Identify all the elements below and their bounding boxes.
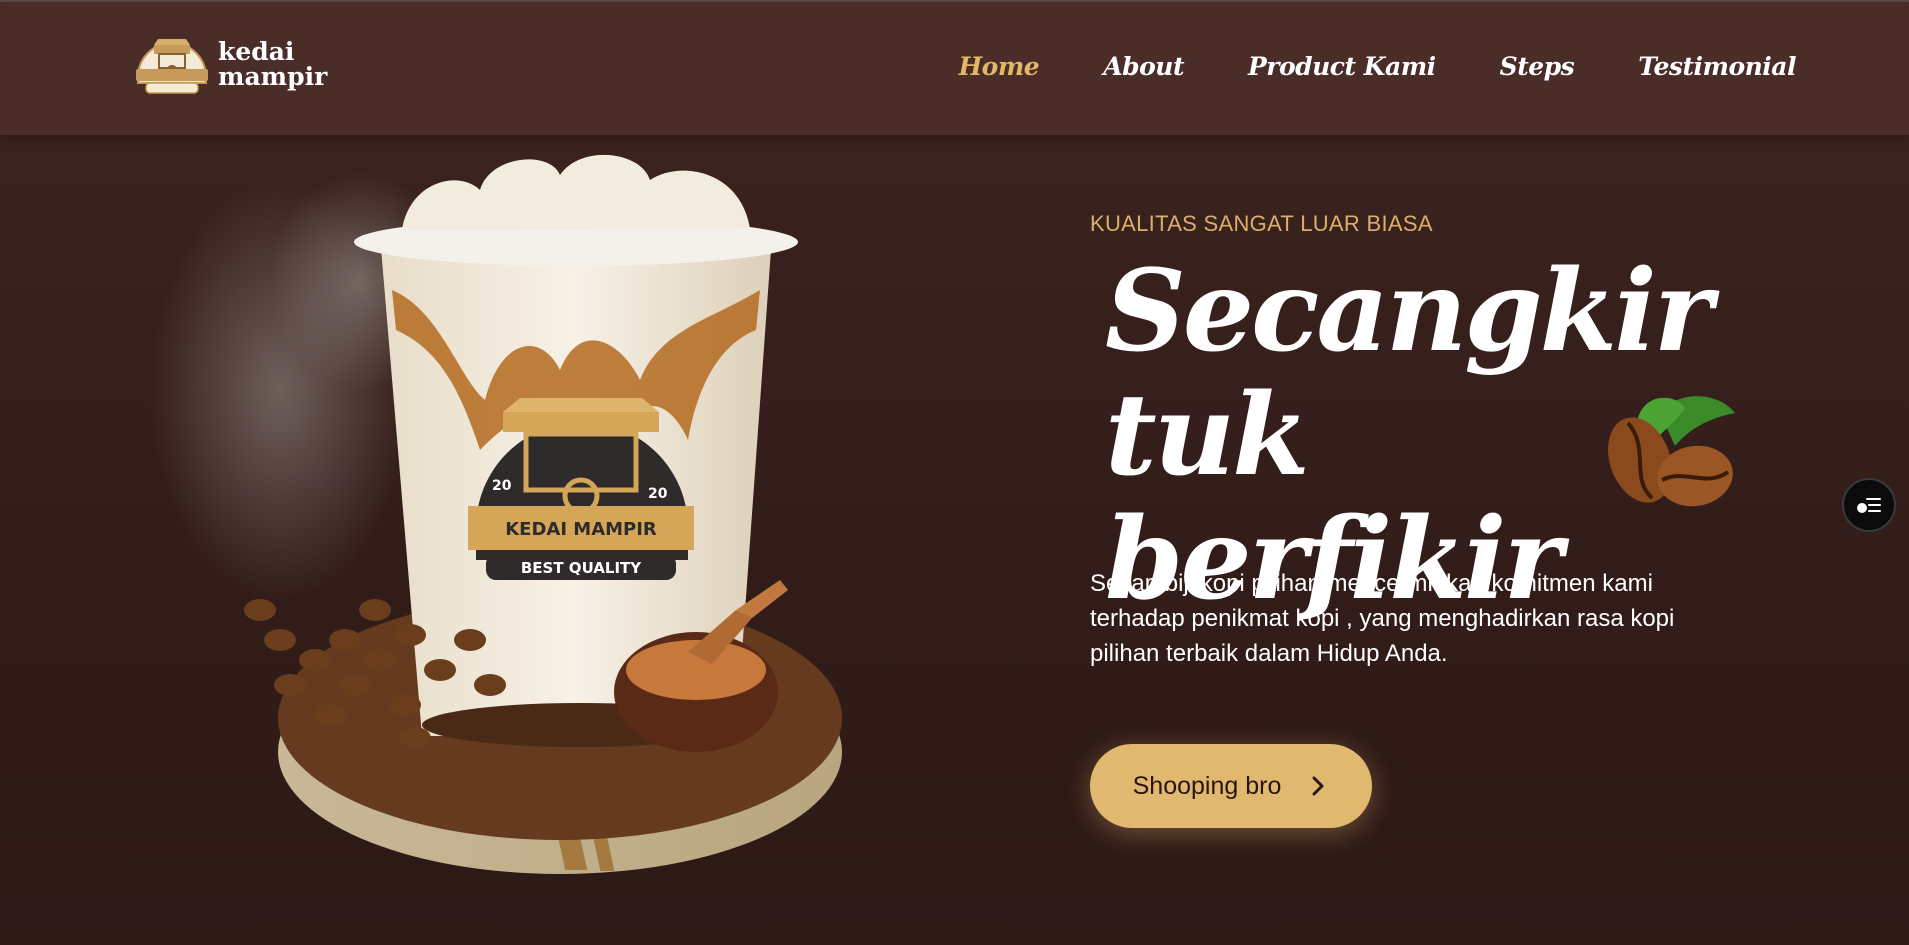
brand-wordmark: kedai mampir xyxy=(218,39,327,89)
brand-line-2: mampir xyxy=(218,62,328,91)
hero-coffee-image: 20 20 KEDAI MAMPIR BEST QUALITY xyxy=(150,154,842,874)
accessibility-menu-button[interactable] xyxy=(1842,478,1896,532)
badge-year-left: 20 xyxy=(492,478,512,494)
chevron-right-icon xyxy=(1312,776,1324,796)
brand-logo[interactable]: kedai mampir xyxy=(132,31,327,97)
brand-line-1: kedai xyxy=(218,37,295,66)
badge-year-right: 20 xyxy=(648,486,668,502)
site-header: kedai mampir Home About Product Kami Ste… xyxy=(0,2,1909,135)
coffee-beans-icon xyxy=(1608,396,1735,507)
accessibility-menu-icon xyxy=(1857,498,1881,513)
shop-button-label: Shooping bro xyxy=(1132,771,1282,800)
nav-item-about[interactable]: About xyxy=(1103,52,1184,81)
nav-item-steps[interactable]: Steps xyxy=(1500,52,1575,81)
ice-cream-top xyxy=(402,154,750,230)
badge-tagline: BEST QUALITY xyxy=(521,559,642,577)
logo-badge-icon xyxy=(136,39,208,94)
shop-button[interactable]: Shooping bro xyxy=(1090,744,1372,828)
badge-name: KEDAI MAMPIR xyxy=(505,519,657,540)
hero-description: Setiap biji kopi pilihan mencerminkan ko… xyxy=(1090,570,1675,667)
main-nav: Home About Product Kami Steps Testimonia… xyxy=(959,52,1797,81)
nav-item-testimonial[interactable]: Testimonial xyxy=(1638,52,1796,81)
hero-kicker: KUALITAS SANGAT LUAR BIASA xyxy=(1090,211,1433,236)
nav-item-product-kami[interactable]: Product Kami xyxy=(1248,52,1436,81)
nav-item-home[interactable]: Home xyxy=(959,52,1040,81)
